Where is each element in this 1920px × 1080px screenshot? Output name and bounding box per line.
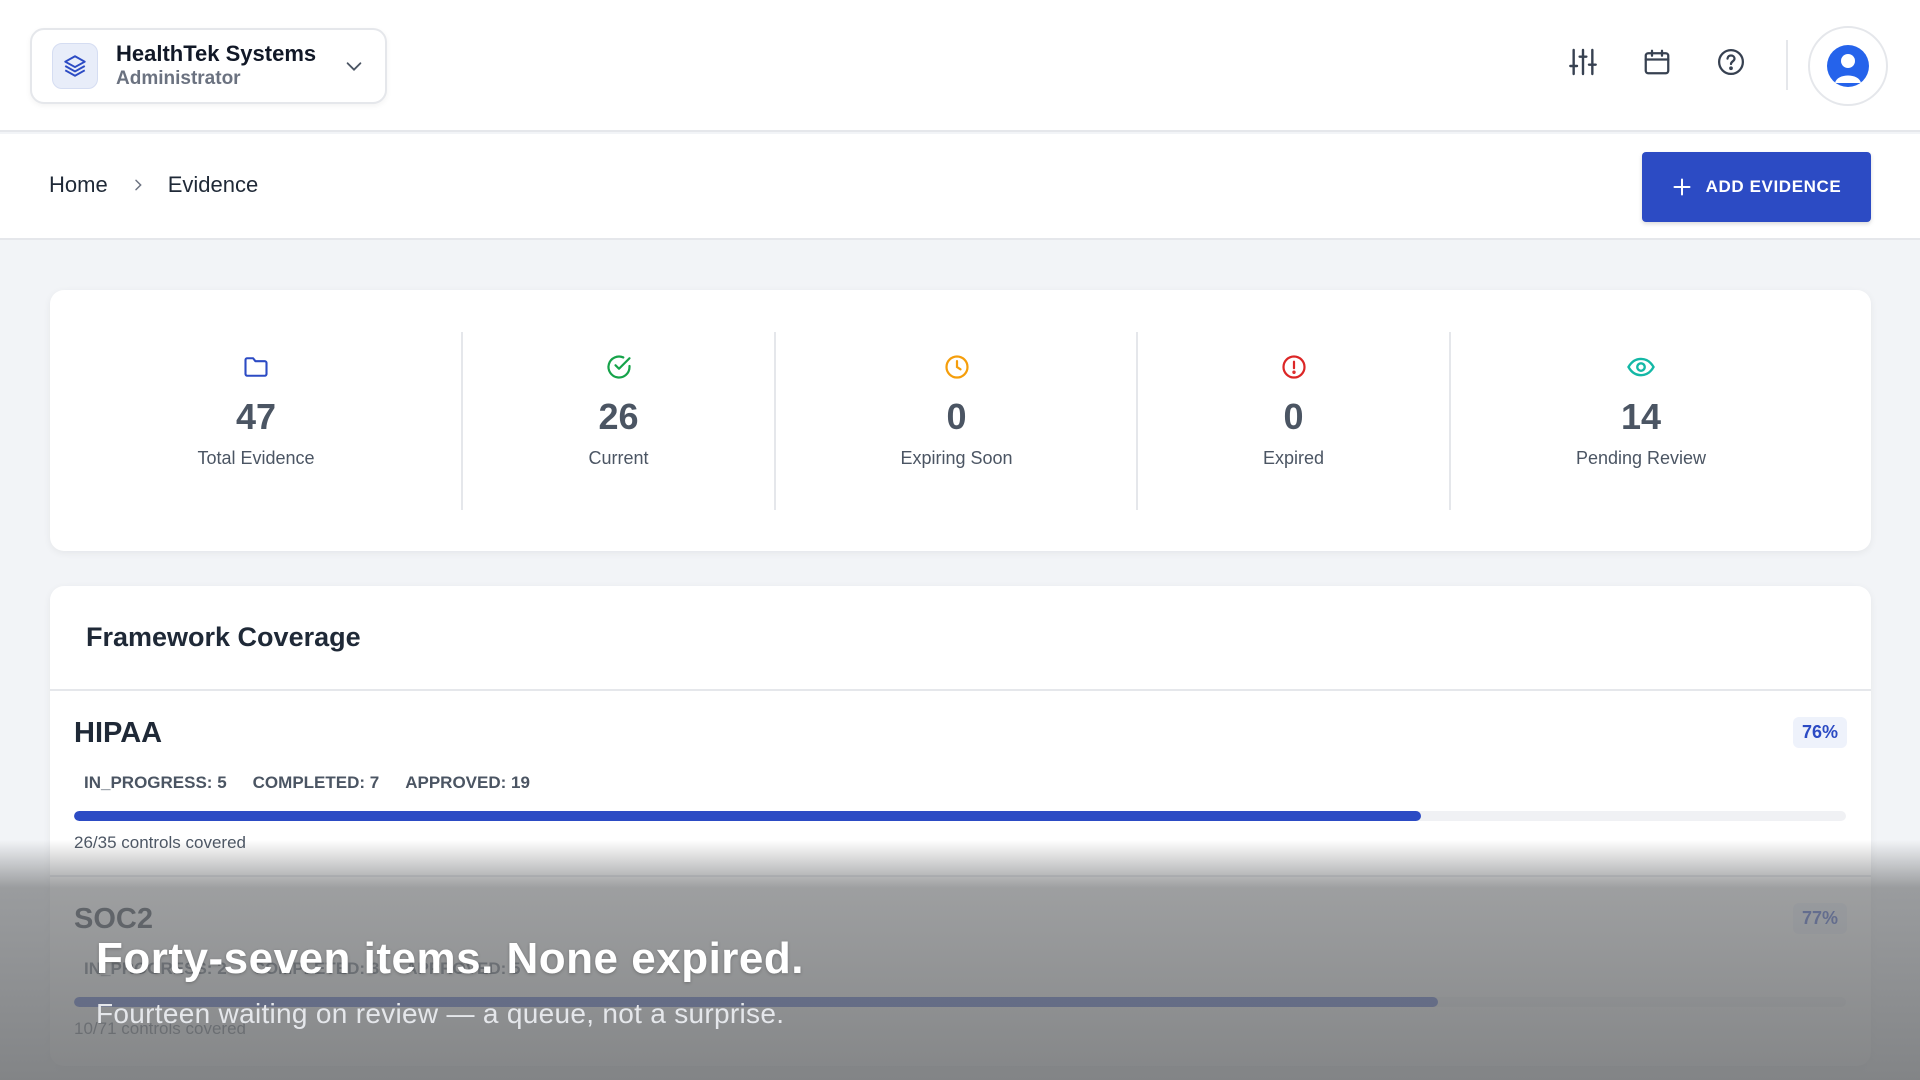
stat-current: 26 Current [463, 332, 774, 510]
chevron-right-icon [130, 177, 146, 193]
stat-label: Total Evidence [197, 448, 315, 468]
user-role: Administrator [116, 67, 241, 89]
stat-label: Current [588, 448, 649, 468]
coverage-progress-fill [74, 811, 1421, 821]
layers-icon [52, 43, 98, 89]
section-title: Framework Coverage [86, 622, 361, 652]
sliders-icon[interactable] [1565, 44, 1601, 80]
coverage-percent-badge: 76% [1792, 717, 1847, 748]
plus-icon [1672, 177, 1692, 197]
stat-total-evidence: 47 Total Evidence [50, 332, 462, 510]
framework-row-hipaa[interactable]: HIPAA 76% IN_PROGRESS: 5 COMPLETED: 7 AP… [50, 691, 1871, 877]
stat-label: Pending Review [1575, 448, 1707, 468]
help-icon[interactable] [1713, 44, 1749, 80]
status-counts: IN_PROGRESS: 5 COMPLETED: 7 APPROVED: 19 [84, 773, 530, 793]
folder-icon [241, 352, 271, 382]
add-evidence-button[interactable]: ADD EVIDENCE [1642, 152, 1871, 222]
stat-label: Expired [1262, 448, 1325, 468]
check-circle-icon [604, 352, 634, 382]
clock-icon [942, 352, 972, 382]
coverage-percent-badge: 77% [1792, 903, 1847, 934]
top-actions [1565, 44, 1749, 80]
eye-icon [1626, 352, 1656, 382]
coverage-progress-bar [74, 811, 1846, 821]
status-in-progress: IN_PROGRESS: 5 [84, 773, 227, 792]
controls-covered: 26/35 controls covered [74, 833, 246, 852]
add-evidence-label: ADD EVIDENCE [1705, 177, 1842, 196]
evidence-stats-card: 47 Total Evidence 26 Current 0 Expiring … [50, 290, 1871, 551]
alert-circle-icon [1279, 352, 1309, 382]
caption-title: Forty-seven items. None expired. [96, 934, 804, 983]
status-approved: APPROVED: 19 [405, 773, 530, 792]
breadcrumb-current: Evidence [167, 172, 259, 197]
stat-label: Expiring Soon [900, 448, 1013, 468]
stat-value: 26 [598, 396, 639, 437]
toolbar-divider [1786, 40, 1788, 90]
stat-value: 47 [235, 396, 277, 437]
calendar-icon[interactable] [1639, 44, 1675, 80]
breadcrumb: Home Evidence [49, 172, 258, 198]
breadcrumb-home[interactable]: Home [49, 172, 108, 198]
status-completed: COMPLETED: 7 [252, 773, 380, 792]
framework-name: HIPAA [74, 717, 163, 749]
organization-name: HealthTek Systems [116, 41, 317, 67]
chevron-down-icon [343, 55, 365, 77]
stat-value: 0 [1283, 396, 1304, 437]
stat-value: 14 [1620, 396, 1662, 437]
stat-value: 0 [946, 396, 967, 437]
framework-name: SOC2 [74, 903, 153, 935]
avatar [1827, 45, 1869, 87]
stat-expired: 0 Expired [1138, 332, 1449, 510]
framework-coverage-card: Framework Coverage HIPAA 76% IN_PROGRESS… [50, 586, 1871, 1066]
user-menu-button[interactable] [1808, 26, 1888, 106]
stat-expiring-soon: 0 Expiring Soon [776, 332, 1137, 510]
top-bar: HealthTek Systems Administrator [0, 0, 1920, 132]
organization-switcher[interactable]: HealthTek Systems Administrator [30, 28, 387, 104]
page-header: Home Evidence ADD EVIDENCE [0, 134, 1920, 240]
stat-pending-review: 14 Pending Review [1451, 332, 1831, 510]
caption-subtitle: Fourteen waiting on review — a queue, no… [96, 998, 785, 1029]
